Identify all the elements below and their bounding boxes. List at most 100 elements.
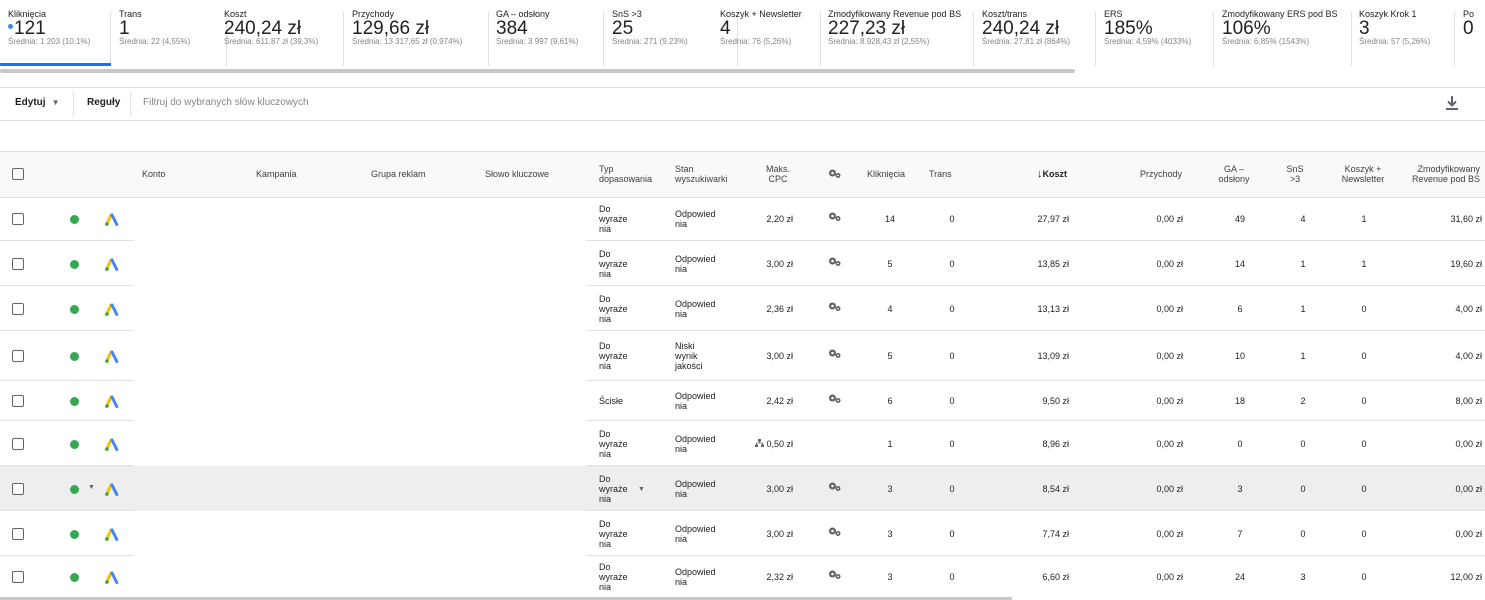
metric-card[interactable]: Koszt/trans 240,24 zł Średnia: 27,81 zł (8… <box>974 9 1096 66</box>
revenue-cell: 0,00 zł <box>1156 213 1183 224</box>
edit-dropdown-label: Edytuj <box>15 97 46 108</box>
metric-card[interactable]: Zmodyfikowany Revenue pod BS 227,23 zł Śre… <box>820 9 974 66</box>
bid-strategy-gear-icon[interactable] <box>828 256 841 267</box>
row-checkbox[interactable] <box>12 571 24 583</box>
cell-line: nia <box>599 268 612 279</box>
table-row[interactable]: Do wyraże nia Odpowied nia 3,00 zł 3 0 7,74 zł 0… <box>0 511 1485 556</box>
column-header-cost[interactable]: ↓Koszt <box>1020 169 1067 180</box>
chevron-down-icon: ▼ <box>51 98 60 107</box>
max-cpc-cell[interactable]: 3,00 zł <box>730 484 793 494</box>
row-checkbox[interactable] <box>12 395 24 407</box>
modified-revenue-cell: 12,00 zł <box>1450 572 1482 582</box>
column-header-modified-revenue[interactable]: Zmodyfikowany Revenue pod BS <box>1395 164 1480 184</box>
row-checkbox[interactable] <box>12 350 24 362</box>
metric-card[interactable]: GA – odsłony 384 Średnia: 3 997 (9,61%) <box>488 9 604 66</box>
table-row[interactable]: ▼ Do wyraże nia ▼ Odpowied nia 3,00 zł 3 0 8,54 … <box>0 466 1485 511</box>
cell-line: nia <box>599 448 612 459</box>
max-cpc-cell[interactable]: 2,20 zł <box>730 214 793 224</box>
modified-revenue-cell: 0,00 zł <box>1455 528 1482 539</box>
cell-line: jakości <box>675 361 703 371</box>
selected-metric-dot-icon <box>8 24 13 30</box>
row-checkbox[interactable] <box>12 527 24 540</box>
column-header-trans[interactable]: Trans <box>929 169 952 179</box>
bid-strategy-gear-icon[interactable] <box>828 526 841 537</box>
row-checkbox[interactable] <box>12 212 24 225</box>
metric-card[interactable]: Koszt 240,24 zł Średnia: 611,87 zł (39,3%) <box>216 9 344 66</box>
column-header-max-cpc[interactable]: Maks. CPC <box>760 164 796 184</box>
google-ads-icon <box>105 303 119 316</box>
metric-card[interactable]: Koszyk + Newsletter 4 Średnia: 76 (5,26%) <box>712 9 821 66</box>
column-header-match-type[interactable]: Typ dopasowania <box>599 164 652 184</box>
bid-strategy-column-gear-icon[interactable] <box>828 168 841 179</box>
table-row[interactable]: Do wyraże nia Odpowied nia 2,32 zł 3 0 6,60 zł 0… <box>0 556 1485 598</box>
column-header-cart-newsletter[interactable]: Koszyk + Newsletter <box>1334 164 1392 184</box>
chevron-down-icon[interactable]: ▼ <box>88 484 95 491</box>
metric-average: Średnia: 8 928,43 zł (2,55%) <box>828 37 930 46</box>
max-cpc-cell[interactable]: 0,50 zł <box>730 438 793 449</box>
table-row[interactable]: Do wyraże nia Odpowied nia 2,20 zł 14 0 27,97 z… <box>0 196 1485 241</box>
metric-card[interactable]: Trans 1 Średnia: 22 (4,55%) <box>111 9 227 66</box>
table-row[interactable]: Ścisłe Odpowied nia 2,42 zł 6 0 9,50 zł 0,00 z… <box>0 381 1485 421</box>
column-header-search-status[interactable]: Stan wyszukiwarki <box>675 164 728 184</box>
column-header-clicks[interactable]: Kliknięcia <box>867 169 905 179</box>
table-header: Konto Kampania Grupa reklam Słowo kluczo… <box>0 151 1485 198</box>
max-cpc-cell[interactable]: 2,32 zł <box>730 572 793 582</box>
metric-card[interactable]: Kliknięcia 121 Średnia: 1 203 (10,1%) <box>0 9 111 66</box>
match-type-cell: Ścisłe <box>599 396 623 406</box>
metric-average: Średnia: 611,87 zł (39,3%) <box>224 37 319 46</box>
modified-revenue-cell: 4,00 zł <box>1455 303 1482 314</box>
edit-dropdown[interactable]: Edytuj ▼ <box>15 97 59 108</box>
table-row[interactable]: Do wyraże nia Niski wynik jakości 3,00 zł 5 0 13… <box>0 331 1485 381</box>
row-checkbox[interactable] <box>12 437 24 450</box>
bid-strategy-gear-icon[interactable] <box>828 301 841 312</box>
table-row[interactable]: Do wyraże nia Odpowied nia 2,36 zł 4 0 13,13 zł… <box>0 286 1485 331</box>
header-line: dopasowania <box>599 174 653 184</box>
select-all-checkbox[interactable] <box>12 168 24 180</box>
column-header-keyword[interactable]: Słowo kluczowe <box>485 169 549 179</box>
cell-line: nia <box>675 577 688 587</box>
max-cpc-cell[interactable]: 2,36 zł <box>730 304 793 314</box>
row-checkbox[interactable] <box>12 257 24 270</box>
metric-value: 1 <box>119 18 130 39</box>
table-row[interactable]: Do wyraże nia Odpowied nia 0,50 zł 1 0 8,96 zł 0… <box>0 421 1485 466</box>
match-type-cell: Do wyraże nia <box>599 429 628 459</box>
bid-strategy-gear-icon[interactable] <box>828 481 841 492</box>
column-header-ga-views[interactable]: GA – odsłony <box>1212 164 1256 184</box>
column-header-account[interactable]: Konto <box>142 169 166 179</box>
chevron-down-icon[interactable]: ▼ <box>638 486 645 493</box>
cost-cell: 27,97 zł <box>1037 213 1069 224</box>
metric-card[interactable]: Koszyk Krok 1 3 Średnia: 57 (5,26%) <box>1351 9 1455 66</box>
search-status-cell: Odpowied nia <box>675 391 716 411</box>
metric-card[interactable]: Przychody 129,66 zł Średnia: 13 317,65 zł … <box>344 9 489 66</box>
column-header-revenue[interactable]: Przychody <box>1120 169 1182 179</box>
header-line: Typ <box>599 164 614 174</box>
match-type-cell: Do wyraże nia <box>599 474 628 504</box>
column-header-ad-group[interactable]: Grupa reklam <box>371 169 426 179</box>
bid-strategy-gear-icon[interactable] <box>828 569 841 580</box>
cell-line: wynik <box>675 351 698 361</box>
modified-revenue-cell: 0,00 zł <box>1455 483 1482 494</box>
row-checkbox[interactable] <box>12 482 24 495</box>
column-header-campaign[interactable]: Kampania <box>256 169 297 179</box>
bid-strategy-gear-icon[interactable] <box>828 393 841 404</box>
bid-strategy-gear-icon[interactable] <box>828 348 841 359</box>
rules-button[interactable]: Reguły <box>87 97 120 108</box>
metric-card[interactable]: ERS 185% Średnia: 4,59% (4033%) <box>1096 9 1214 66</box>
column-header-sns[interactable]: SnS >3 <box>1280 164 1310 184</box>
max-cpc-cell[interactable]: 3,00 zł <box>730 351 793 361</box>
max-cpc-cell[interactable]: 2,42 zł <box>730 396 793 406</box>
revenue-cell: 0,00 zł <box>1156 483 1183 494</box>
metrics-horizontal-scrollbar[interactable] <box>0 69 1075 73</box>
download-icon[interactable] <box>1444 94 1460 112</box>
table-row[interactable]: Do wyraże nia Odpowied nia 3,00 zł 5 0 13,85 zł… <box>0 241 1485 286</box>
filter-input[interactable]: Filtruj do wybranych słów kluczowych <box>143 97 309 108</box>
enabled-dot-icon <box>70 304 79 314</box>
bid-strategy-gear-icon[interactable] <box>828 211 841 222</box>
row-checkbox[interactable] <box>12 302 24 315</box>
max-cpc-cell[interactable]: 3,00 zł <box>730 529 793 539</box>
metric-card[interactable]: Po 0 <box>1455 9 1485 66</box>
cell-line: wyraże <box>599 303 628 314</box>
max-cpc-value: 2,36 zł <box>766 303 793 314</box>
metric-card[interactable]: Zmodyfikowany ERS pod BS 106% Średnia: 6,8… <box>1214 9 1352 66</box>
max-cpc-cell[interactable]: 3,00 zł <box>730 259 793 269</box>
